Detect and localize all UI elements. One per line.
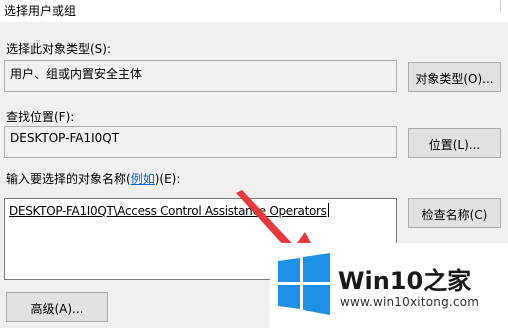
watermark-brand-latin: Win10	[338, 267, 424, 295]
watermark-brand-zh: 之家	[423, 267, 472, 295]
watermark: Win10之家 www.win10xitong.com	[270, 243, 508, 328]
watermark-brand: Win10之家	[338, 261, 471, 296]
windows-logo-icon	[278, 253, 330, 315]
watermark-url: www.win10xitong.com	[340, 295, 480, 309]
